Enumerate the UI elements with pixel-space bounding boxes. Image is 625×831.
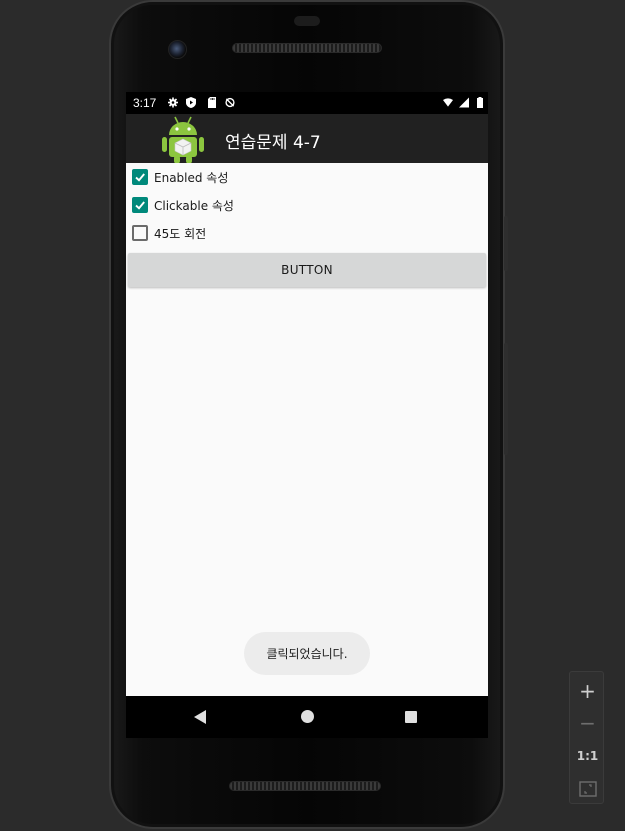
zoom-controls: + − 1:1 xyxy=(569,671,604,804)
wifi-icon xyxy=(443,98,453,107)
home-icon[interactable] xyxy=(301,710,314,723)
checkbox-enabled[interactable]: Enabled 속성 xyxy=(132,165,228,189)
device-screen: 3:17 연습문제 4-7 Enabled 속성 Clickable 속성 45… xyxy=(126,92,488,738)
fit-screen-icon xyxy=(578,780,597,797)
check-icon xyxy=(135,201,145,210)
phone-volume-button xyxy=(504,343,508,455)
back-icon[interactable] xyxy=(194,710,206,724)
main-content: Enabled 속성 Clickable 속성 45도 회전 BUTTON 클릭… xyxy=(126,163,488,696)
phone-top-slot xyxy=(294,16,320,26)
checkbox-unchecked-icon[interactable] xyxy=(132,225,148,241)
recents-icon[interactable] xyxy=(405,711,417,723)
signal-icon xyxy=(459,97,469,108)
gear-icon xyxy=(168,97,178,108)
toast-message: 클릭되었습니다. xyxy=(244,632,370,675)
earpiece-speaker xyxy=(232,43,382,53)
main-button[interactable]: BUTTON xyxy=(128,253,486,287)
zoom-in-button[interactable]: + xyxy=(570,674,605,707)
status-bar: 3:17 xyxy=(126,92,488,114)
check-icon xyxy=(135,173,145,182)
phone-power-button xyxy=(504,216,508,271)
sd-card-icon xyxy=(208,97,216,108)
zoom-actual-size-button[interactable]: 1:1 xyxy=(570,739,605,772)
zoom-fit-button[interactable] xyxy=(570,772,605,805)
android-logo-icon xyxy=(162,116,204,164)
navigation-bar xyxy=(126,696,488,738)
zoom-out-button[interactable]: − xyxy=(570,706,605,739)
checkbox-rotate-label: 45도 회전 xyxy=(154,226,207,241)
checkbox-clickable-label: Clickable 속성 xyxy=(154,198,234,213)
front-camera-icon xyxy=(168,40,187,59)
no-sync-icon xyxy=(225,97,235,108)
play-protect-icon xyxy=(186,97,196,108)
app-title: 연습문제 4-7 xyxy=(225,133,321,153)
checkbox-checked-icon[interactable] xyxy=(132,169,148,185)
checkbox-clickable[interactable]: Clickable 속성 xyxy=(132,193,234,217)
checkbox-checked-icon[interactable] xyxy=(132,197,148,213)
battery-icon xyxy=(477,97,483,108)
checkbox-rotate[interactable]: 45도 회전 xyxy=(132,221,206,245)
checkbox-enabled-label: Enabled 속성 xyxy=(154,170,229,185)
app-bar: 연습문제 4-7 xyxy=(126,114,488,164)
bottom-speaker xyxy=(229,781,381,791)
status-time: 3:17 xyxy=(133,96,157,110)
